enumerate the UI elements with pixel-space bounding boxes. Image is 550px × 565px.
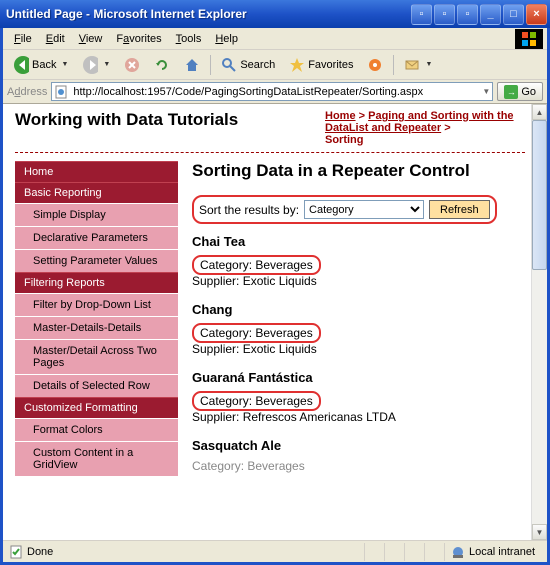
done-icon	[9, 545, 23, 559]
product-category: Category: Beverages	[192, 391, 321, 411]
sidebar-item[interactable]: Custom Content in a GridView	[15, 441, 178, 476]
product-category: Category: Beverages	[192, 459, 525, 473]
ie-logo	[515, 29, 543, 49]
status-bar: Done Local intranet	[3, 540, 547, 562]
scroll-up-button[interactable]: ▲	[532, 104, 547, 120]
mail-button[interactable]: ▼	[398, 54, 438, 76]
main-content: Sorting Data in a Repeater Control Sort …	[192, 161, 525, 487]
product-category: Category: Beverages	[192, 255, 321, 275]
home-button[interactable]	[178, 54, 206, 76]
menu-favorites[interactable]: Favorites	[109, 31, 168, 47]
sidebar-section[interactable]: Basic Reporting	[15, 182, 178, 203]
menu-view[interactable]: View	[72, 31, 110, 47]
menu-tools[interactable]: Tools	[169, 31, 209, 47]
forward-icon	[82, 57, 98, 73]
window-close-button[interactable]: ×	[526, 4, 547, 25]
stop-icon	[124, 57, 140, 73]
viewport: Working with Data Tutorials Home > Pagin…	[3, 104, 547, 540]
product-category: Category: Beverages	[192, 323, 321, 343]
back-dropdown-icon[interactable]: ▼	[61, 61, 68, 68]
scroll-thumb[interactable]	[532, 120, 547, 270]
stop-button[interactable]	[118, 54, 146, 76]
product-name: Chang	[192, 302, 525, 317]
address-dropdown-icon[interactable]: ▼	[482, 87, 490, 96]
window-minimize-button[interactable]: _	[480, 4, 501, 25]
window-maximize-button[interactable]: □	[503, 4, 524, 25]
refresh-icon	[154, 57, 170, 73]
search-button[interactable]: Search	[215, 54, 281, 76]
page-heading: Sorting Data in a Repeater Control	[192, 161, 525, 181]
media-button[interactable]	[361, 54, 389, 76]
product-item: Guaraná Fantástica Category: BeveragesSup…	[192, 370, 525, 424]
sidebar-item[interactable]: Filter by Drop-Down List	[15, 293, 178, 316]
vertical-scrollbar[interactable]: ▲ ▼	[531, 104, 547, 540]
address-bar: Address ▼ → Go	[3, 80, 547, 104]
sort-label: Sort the results by:	[199, 203, 299, 217]
sort-row: Sort the results by: Category Refresh	[192, 195, 497, 224]
refresh-button[interactable]	[148, 54, 176, 76]
breadcrumb-current: Sorting	[325, 134, 364, 146]
back-button[interactable]: Back ▼	[7, 54, 74, 76]
breadcrumb-home-link[interactable]: Home	[325, 110, 356, 122]
sidebar-item[interactable]: Master/Detail Across Two Pages	[15, 339, 178, 374]
sort-select[interactable]: Category	[304, 200, 424, 219]
product-name: Guaraná Fantástica	[192, 370, 525, 385]
product-item: Chai Tea Category: BeveragesSupplier: Exo…	[192, 234, 525, 288]
address-label: Address	[7, 86, 47, 98]
window-title: Untitled Page - Microsoft Internet Explo…	[6, 7, 409, 21]
window-extra3-button[interactable]: ▫	[457, 4, 478, 25]
window-extra2-button[interactable]: ▫	[434, 4, 455, 25]
window-extra1-button[interactable]: ▫	[411, 4, 432, 25]
menu-edit[interactable]: Edit	[39, 31, 72, 47]
sidebar-item[interactable]: Simple Display	[15, 203, 178, 226]
mail-icon	[404, 57, 420, 73]
sidebar-item[interactable]: Master-Details-Details	[15, 316, 178, 339]
sidebar-section[interactable]: Customized Formatting	[15, 397, 178, 418]
sidebar-section[interactable]: Home	[15, 161, 178, 182]
breadcrumb: Home > Paging and Sorting with the DataL…	[325, 110, 525, 146]
search-icon	[221, 57, 237, 73]
forward-button[interactable]: ▼	[76, 54, 116, 76]
scroll-track[interactable]	[532, 120, 547, 524]
media-icon	[367, 57, 383, 73]
refresh-button[interactable]: Refresh	[429, 200, 490, 219]
sidebar-item[interactable]: Setting Parameter Values	[15, 249, 178, 272]
product-item: Sasquatch Ale Category: Beverages	[192, 438, 525, 473]
menu-file[interactable]: File	[7, 31, 39, 47]
go-icon: →	[504, 85, 518, 99]
back-icon	[13, 57, 29, 73]
intranet-icon	[451, 545, 465, 559]
product-supplier: Supplier: Exotic Liquids	[192, 274, 525, 288]
window-titlebar: Untitled Page - Microsoft Internet Explo…	[0, 0, 550, 28]
product-supplier: Supplier: Refrescos Americanas LTDA	[192, 410, 525, 424]
sidebar-item[interactable]: Details of Selected Row	[15, 374, 178, 397]
address-field[interactable]: ▼	[51, 82, 493, 101]
page-icon	[54, 85, 68, 99]
status-done: Done	[9, 543, 364, 561]
divider	[15, 152, 525, 153]
go-button[interactable]: → Go	[497, 82, 543, 101]
site-title: Working with Data Tutorials	[15, 110, 325, 130]
sidebar-section[interactable]: Filtering Reports	[15, 272, 178, 293]
toolbar: Back ▼ ▼ Search Favorites ▼	[3, 50, 547, 80]
home-icon	[184, 57, 200, 73]
sidebar: HomeBasic ReportingSimple DisplayDeclara…	[15, 161, 178, 487]
product-item: Chang Category: BeveragesSupplier: Exotic…	[192, 302, 525, 356]
status-zone: Local intranet	[444, 543, 541, 561]
sidebar-item[interactable]: Declarative Parameters	[15, 226, 178, 249]
scroll-down-button[interactable]: ▼	[532, 524, 547, 540]
menu-help[interactable]: Help	[208, 31, 245, 47]
menu-bar: File Edit View Favorites Tools Help	[3, 28, 547, 50]
url-input[interactable]	[71, 85, 479, 99]
product-name: Sasquatch Ale	[192, 438, 525, 453]
favorites-button[interactable]: Favorites	[283, 54, 359, 76]
sidebar-item[interactable]: Format Colors	[15, 418, 178, 441]
product-name: Chai Tea	[192, 234, 525, 249]
forward-dropdown-icon[interactable]: ▼	[103, 61, 110, 68]
product-supplier: Supplier: Exotic Liquids	[192, 342, 525, 356]
favorites-icon	[289, 57, 305, 73]
